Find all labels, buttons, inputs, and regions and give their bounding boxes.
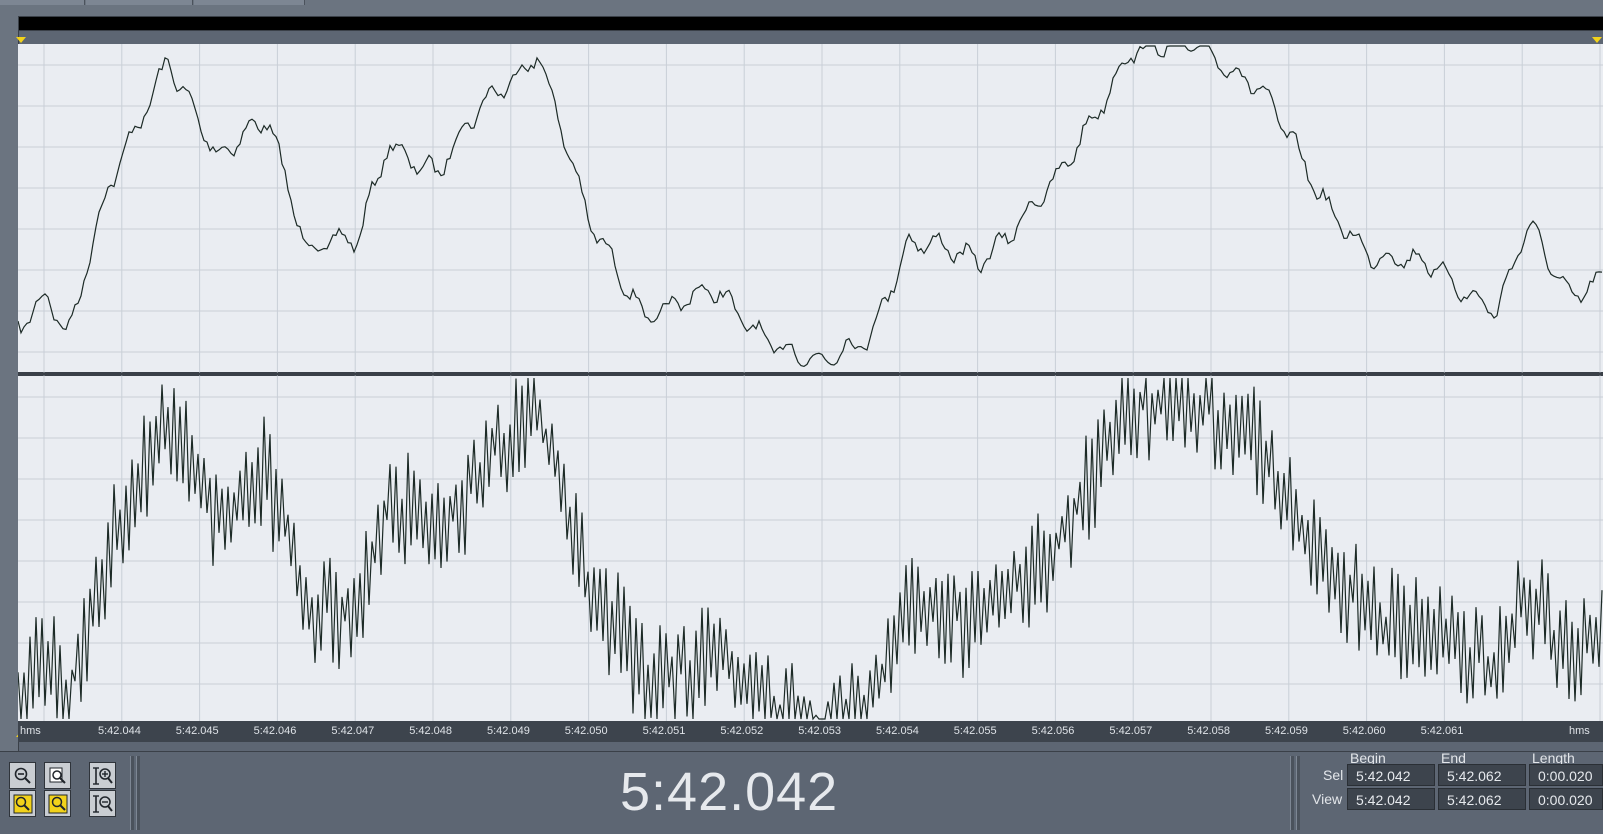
zoom-selection-right-button[interactable]: [44, 790, 71, 817]
audio-editor-window: hms hms 5:42.044 5:42.045 5:42.046 5:42.047…: [0, 0, 1603, 834]
ruler-tick-label: 5:42.061: [1420, 725, 1464, 737]
view-row-label: View: [1312, 791, 1343, 807]
ruler-tick-label: 5:42.054: [876, 725, 919, 737]
tab-stub-3[interactable]: [194, 0, 305, 5]
channel-1-background[interactable]: [18, 44, 1603, 372]
ruler-tick-label: 5:42.051: [642, 725, 686, 737]
zoom-selection-left-icon: [13, 794, 32, 813]
ruler-tick-label: 5:42.046: [253, 725, 297, 737]
ruler-tick-label: 5:42.050: [564, 725, 608, 737]
ruler-tick-label: 5:42.057: [1109, 725, 1153, 737]
panel-separator-1: [1290, 756, 1294, 830]
waveform-view[interactable]: [18, 44, 1603, 721]
sel-length-field[interactable]: 0:00.020: [1529, 764, 1603, 786]
bottom-panel: 5:42.042 Begin End Length Sel 5:42.042 5…: [0, 750, 1603, 834]
left-gutter: [0, 16, 19, 751]
zoom-out-vertical-button[interactable]: [89, 790, 116, 817]
view-begin-field[interactable]: 5:42.042: [1347, 788, 1435, 810]
tab-stub-2[interactable]: [86, 0, 193, 5]
selection-start-marker-top[interactable]: [16, 37, 26, 43]
current-time-display: 5:42.042: [620, 762, 839, 822]
ruler-tick-label: 5:42.052: [720, 725, 764, 737]
channel-2-background[interactable]: [18, 376, 1603, 721]
ruler-tick-label: 5:42.055: [953, 725, 997, 737]
ruler-tick-label: 5:42.047: [331, 725, 375, 737]
zoom-selection-right-icon: [48, 794, 67, 813]
ruler-tick-label: 5:42.049: [487, 725, 530, 737]
ruler-tick-label: 5:42.058: [1187, 725, 1231, 737]
top-tab-strip: [0, 0, 1603, 16]
zoom-out-button[interactable]: [9, 762, 36, 789]
ruler-tick-label: 5:42.056: [1031, 725, 1075, 737]
ruler-tick-label: 5:42.060: [1342, 725, 1386, 737]
view-length-field[interactable]: 0:00.020: [1529, 788, 1603, 810]
zoom-in-vertical-icon: [92, 766, 113, 785]
sel-begin-field[interactable]: 5:42.042: [1347, 764, 1435, 786]
zoom-full-icon: [49, 767, 66, 784]
ruler-tick-label: 5:42.044: [98, 725, 141, 737]
ruler-tick-label: 5:42.059: [1265, 725, 1308, 737]
overview-bar[interactable]: [18, 16, 1603, 31]
zoom-out-vertical-icon: [92, 794, 113, 813]
zoom-selection-left-button[interactable]: [9, 790, 36, 817]
zoom-full-button[interactable]: [44, 762, 71, 789]
zoom-in-vertical-button[interactable]: [89, 762, 116, 789]
selection-view-panel: Begin End Length Sel 5:42.042 5:42.062 0…: [1300, 750, 1603, 834]
time-ruler[interactable]: hms hms 5:42.044 5:42.045 5:42.046 5:42.047…: [18, 721, 1603, 742]
ruler-tick-label: 5:42.053: [798, 725, 842, 737]
sel-row-label: Sel: [1323, 767, 1344, 783]
ruler-tick-label: 5:42.045: [175, 725, 219, 737]
ruler-unit-left: hms: [20, 725, 41, 737]
toolbar-separator-1: [130, 756, 134, 830]
toolbar-separator-2: [136, 756, 140, 830]
ruler-tick-label: 5:42.048: [409, 725, 453, 737]
ruler-unit-right: hms: [1569, 725, 1590, 737]
selection-end-marker-top[interactable]: [1592, 37, 1602, 43]
tab-stub-1[interactable]: [0, 0, 85, 5]
view-end-field[interactable]: 5:42.062: [1438, 788, 1526, 810]
sel-end-field[interactable]: 5:42.062: [1438, 764, 1526, 786]
zoom-out-icon: [14, 767, 31, 784]
